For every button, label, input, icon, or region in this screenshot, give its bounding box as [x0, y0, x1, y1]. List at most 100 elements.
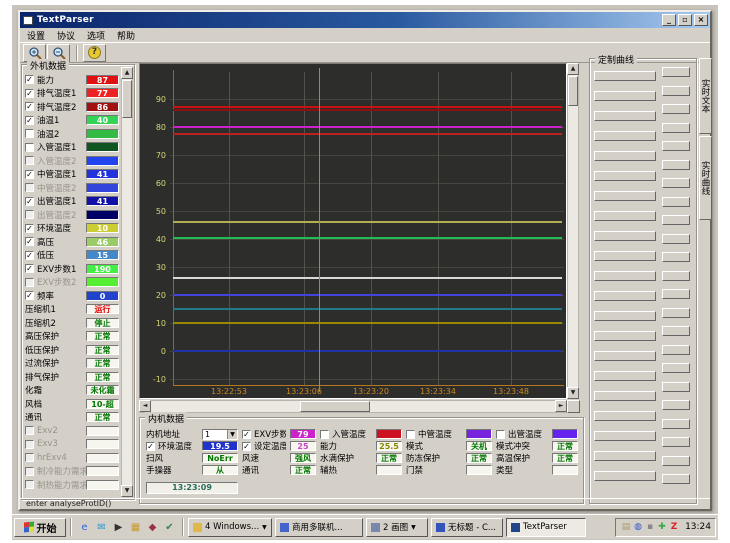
network-icon[interactable]: ◍	[632, 521, 644, 533]
custom-curve-slot[interactable]	[594, 71, 656, 81]
custom-curve-slot[interactable]	[594, 211, 656, 221]
param-checkbox[interactable]: ✓	[25, 251, 34, 260]
taskbar-button[interactable]: 无标题 - C...	[431, 518, 503, 537]
scroll-left-icon[interactable]: ◄	[139, 400, 151, 412]
start-button[interactable]: 开始	[14, 518, 66, 537]
custom-curve-slot[interactable]	[662, 326, 690, 336]
indoor-checkbox[interactable]	[320, 430, 329, 439]
scroll-down-icon[interactable]: ▼	[121, 485, 133, 497]
close-button[interactable]: ×	[694, 14, 708, 26]
param-checkbox[interactable]	[25, 467, 34, 476]
tools-icon[interactable]: ✔	[162, 520, 177, 535]
custom-curve-slot[interactable]	[662, 437, 690, 447]
custom-curve-slot[interactable]	[662, 382, 690, 392]
tab-实时文本[interactable]: 实时文本	[699, 58, 712, 134]
param-checkbox[interactable]: ✓	[25, 291, 34, 300]
custom-curve-slot[interactable]	[662, 271, 690, 281]
param-checkbox[interactable]: ✓	[25, 116, 34, 125]
menu-item-设置[interactable]: 设置	[23, 28, 53, 43]
chevron-down-icon[interactable]: ▼	[411, 524, 416, 531]
custom-curve-slot[interactable]	[594, 151, 656, 161]
outdoor-scrollbar[interactable]: ▲ ▼	[121, 67, 133, 497]
custom-curve-slot[interactable]	[662, 234, 690, 244]
antivirus-icon[interactable]: ✚	[656, 521, 668, 533]
custom-curve-slot[interactable]	[594, 291, 656, 301]
chart-vscrollbar[interactable]: ▲ ▼	[567, 63, 579, 399]
param-checkbox[interactable]: ✓	[25, 224, 34, 233]
custom-curve-slot[interactable]	[662, 474, 690, 484]
scroll-down-icon[interactable]: ▼	[567, 387, 579, 399]
param-checkbox[interactable]	[25, 129, 34, 138]
menu-item-选项[interactable]: 选项	[83, 28, 113, 43]
custom-curve-slot[interactable]	[594, 451, 656, 461]
param-checkbox[interactable]: ✓	[25, 264, 34, 273]
custom-curve-slot[interactable]	[662, 345, 690, 355]
custom-curve-slot[interactable]	[594, 271, 656, 281]
custom-curve-slot[interactable]	[662, 400, 690, 410]
custom-curve-slot[interactable]	[662, 141, 690, 151]
custom-curve-slot[interactable]	[594, 411, 656, 421]
custom-curve-slot[interactable]	[594, 471, 656, 481]
indoor-address-dropdown[interactable]: 1▼	[202, 429, 238, 440]
param-checkbox[interactable]	[25, 440, 34, 449]
minimize-button[interactable]: _	[662, 14, 676, 26]
custom-curve-slot[interactable]	[662, 160, 690, 170]
custom-curve-slot[interactable]	[594, 431, 656, 441]
help-button[interactable]: ?	[83, 44, 106, 62]
custom-curve-slot[interactable]	[594, 371, 656, 381]
custom-curve-slot[interactable]	[662, 289, 690, 299]
param-checkbox[interactable]: ✓	[25, 170, 34, 179]
chevron-down-icon[interactable]: ▼	[227, 430, 237, 439]
desktop-icon[interactable]: ▦	[128, 520, 143, 535]
scroll-thumb[interactable]	[300, 401, 370, 412]
scroll-thumb[interactable]	[122, 80, 132, 118]
custom-curve-slot[interactable]	[662, 178, 690, 188]
custom-curve-slot[interactable]	[594, 311, 656, 321]
custom-curve-slot[interactable]	[594, 231, 656, 241]
mail-icon[interactable]: ✉	[94, 520, 109, 535]
custom-curve-slot[interactable]	[662, 104, 690, 114]
param-checkbox[interactable]	[25, 156, 34, 165]
trend-chart[interactable]: 9080706050403020100-1013:22:5313:23:0613…	[139, 63, 567, 399]
custom-curve-slot[interactable]	[594, 171, 656, 181]
custom-curve-slot[interactable]	[594, 391, 656, 401]
titlebar[interactable]: TextParser _ ▫ ×	[20, 12, 710, 28]
custom-curve-slot[interactable]	[594, 191, 656, 201]
ie-icon[interactable]: e	[77, 520, 92, 535]
custom-curve-slot[interactable]	[662, 308, 690, 318]
indoor-checkbox[interactable]: ✓	[146, 442, 155, 451]
custom-curve-slot[interactable]	[594, 331, 656, 341]
custom-curve-slot[interactable]	[594, 251, 656, 261]
param-checkbox[interactable]	[25, 183, 34, 192]
custom-curve-slot[interactable]	[662, 419, 690, 429]
custom-curve-slot[interactable]	[594, 91, 656, 101]
indoor-checkbox[interactable]: ✓	[242, 430, 251, 439]
menu-item-协议[interactable]: 协议	[53, 28, 83, 43]
taskbar-button[interactable]: TextParser	[506, 518, 586, 537]
indoor-checkbox[interactable]	[496, 430, 505, 439]
param-checkbox[interactable]: ✓	[25, 89, 34, 98]
param-checkbox[interactable]	[25, 453, 34, 462]
indoor-checkbox[interactable]	[406, 430, 415, 439]
param-checkbox[interactable]	[25, 480, 34, 489]
param-checkbox[interactable]: ✓	[25, 102, 34, 111]
param-checkbox[interactable]: ✓	[25, 197, 34, 206]
param-checkbox[interactable]: ✓	[25, 237, 34, 246]
custom-curve-slot[interactable]	[662, 197, 690, 207]
param-checkbox[interactable]	[25, 210, 34, 219]
custom-curve-slot[interactable]	[662, 86, 690, 96]
indoor-checkbox[interactable]: ✓	[242, 442, 251, 451]
scroll-thumb[interactable]	[568, 76, 578, 106]
flash-icon[interactable]: Z	[668, 521, 680, 533]
custom-curve-slot[interactable]	[662, 252, 690, 262]
param-checkbox[interactable]	[25, 278, 34, 287]
chart-cursor[interactable]	[319, 68, 320, 392]
taskbar-button[interactable]: 2 画图▼	[366, 518, 428, 537]
security-icon[interactable]: ◆	[145, 520, 160, 535]
param-checkbox[interactable]	[25, 426, 34, 435]
custom-curve-slot[interactable]	[662, 215, 690, 225]
custom-curve-slot[interactable]	[662, 123, 690, 133]
chevron-down-icon[interactable]: ▼	[262, 524, 267, 531]
param-checkbox[interactable]: ✓	[25, 75, 34, 84]
custom-curve-slot[interactable]	[662, 67, 690, 77]
